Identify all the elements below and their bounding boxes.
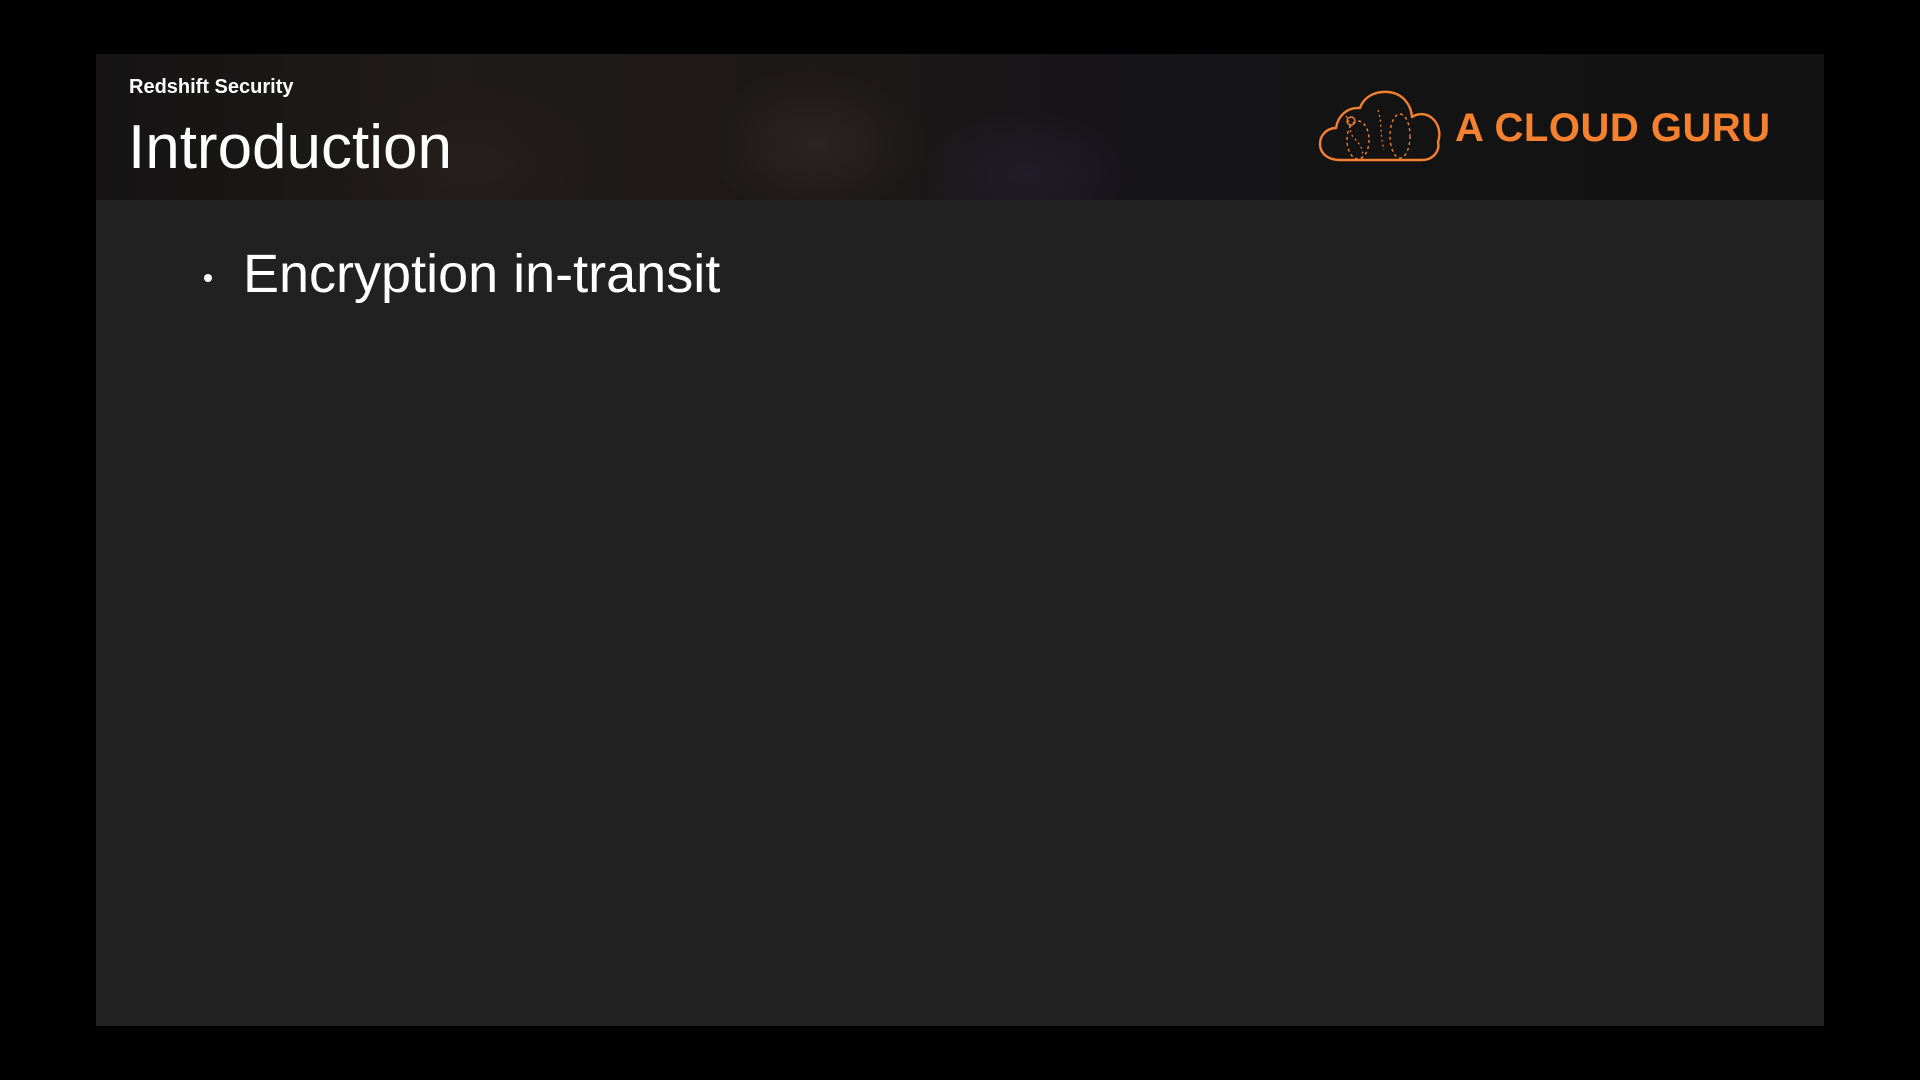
brand-logo: A CLOUD GURU <box>1318 90 1778 170</box>
slide-content: Encryption in-transit <box>96 200 1824 1026</box>
slide-title: Introduction <box>128 113 452 182</box>
brand-logo-text: A CLOUD GURU <box>1455 106 1771 150</box>
bullet-dot-icon <box>204 274 212 282</box>
bullet-text: Encryption in-transit <box>243 244 721 304</box>
slide: Redshift Security Introduction A CLOUD G… <box>96 54 1824 1026</box>
cloud-logo-icon <box>1318 90 1441 162</box>
slide-header: Redshift Security Introduction A CLOUD G… <box>96 54 1824 200</box>
section-label: Redshift Security <box>129 76 294 98</box>
